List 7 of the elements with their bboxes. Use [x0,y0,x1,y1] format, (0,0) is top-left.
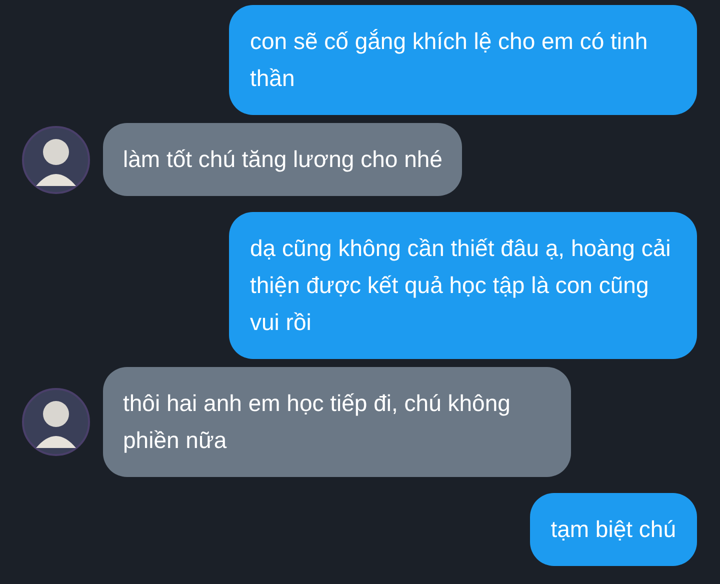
received-message: thôi hai anh em học tiếp đi, chú không phiền nữa [103,367,571,477]
sent-message: con sẽ cố gắng khích lệ cho em có tinh thần [229,5,697,115]
sent-message: dạ cũng không cần thiết đâu ạ, hoàng cải thiện được kết quả học tập là con cũng vui rồi [229,212,697,359]
avatar [22,388,90,456]
received-message: làm tốt chú tăng lương cho nhé [103,123,462,196]
avatar [22,126,90,194]
sent-message: tạm biệt chú [530,493,697,566]
